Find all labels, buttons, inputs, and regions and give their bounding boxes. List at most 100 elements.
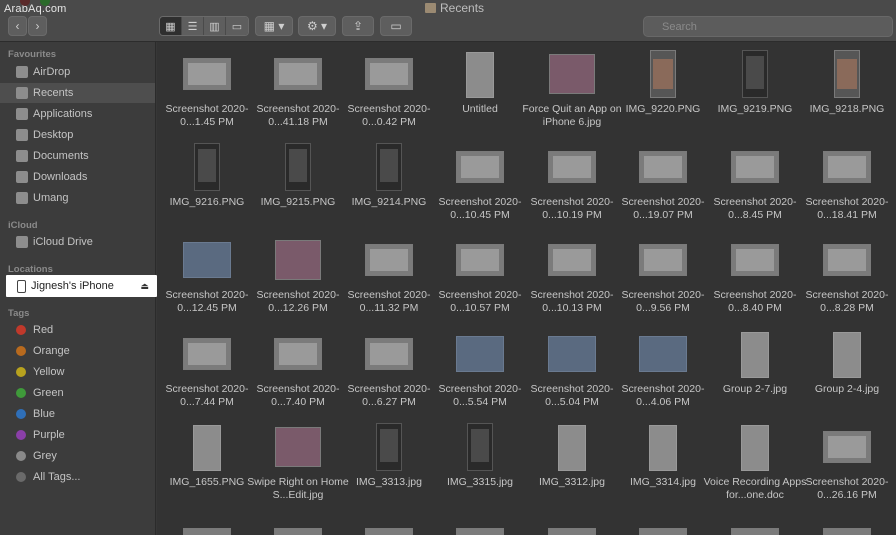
tag-icon: ▭ (390, 19, 402, 33)
sidebar-tag-item[interactable]: Yellow (0, 362, 155, 382)
file-item[interactable]: Screenshot 2020-0...12.26 PM (252, 228, 344, 321)
file-item[interactable]: IMG_9220.PNG (617, 42, 709, 135)
gear-icon: ⚙ ▾ (306, 19, 328, 33)
file-name: Screenshot 2020-0...6.27 PM (347, 383, 431, 408)
file-item[interactable]: Screenshot 2020-0...8.28 PM (801, 228, 893, 321)
search-input[interactable]: Search (643, 16, 893, 37)
file-thumbnail (548, 528, 596, 535)
file-item[interactable]: Screenshot 2020-0...11.32 PM (343, 228, 435, 321)
file-thumbnail (365, 528, 413, 535)
file-item[interactable]: Screenshot 2020-0...41.18 PM (252, 42, 344, 135)
icon-view-icon[interactable]: ▦ (160, 17, 182, 35)
file-item[interactable]: Screenshot 2020-0...7.44 PM (161, 322, 253, 415)
file-item[interactable]: IMG_9218.PNG (801, 42, 893, 135)
file-name: Screenshot 2020-0...7.44 PM (165, 383, 249, 408)
file-item[interactable]: Screenshot 2020-0...19.07 PM (617, 135, 709, 228)
view-mode-control[interactable]: ▦ ☰ ▥ ▭ (159, 16, 249, 36)
file-name: IMG_1655.PNG (169, 476, 245, 488)
file-item[interactable]: Screenshot 2020-0...26.16 PM (801, 415, 893, 508)
file-item[interactable]: IMG_9214.PNG (343, 135, 435, 228)
file-item[interactable]: Screenshot 2020-0...10.45 PM (434, 135, 526, 228)
sidebar-tag-item[interactable]: Orange (0, 341, 155, 361)
file-item[interactable]: IMG_3315.jpg (434, 415, 526, 508)
file-item[interactable]: Screenshot 2020-0...6.27 PM (343, 322, 435, 415)
file-item[interactable]: Group 2-7.jpg (709, 322, 801, 415)
file-thumbnail (365, 244, 413, 276)
file-item[interactable]: Screenshot 2020-0...1.45 PM (161, 42, 253, 135)
sidebar-item-documents[interactable]: Documents (0, 146, 155, 166)
sidebar-tag-item[interactable]: Red (0, 320, 155, 340)
window-title-text: Recents (440, 1, 485, 15)
sidebar-tag-item[interactable]: Purple (0, 425, 155, 445)
sidebar-item-downloads[interactable]: Downloads (0, 167, 155, 187)
sidebar-item-recents[interactable]: Recents (0, 83, 155, 103)
sidebar-item-iphone[interactable]: Jignesh's iPhone ⏏ (6, 275, 157, 297)
file-thumbnail (731, 528, 779, 535)
edit-tags-button[interactable]: ▭ (380, 16, 412, 36)
file-thumbnail (285, 143, 311, 191)
file-item[interactable]: IMG_1655.PNG (161, 415, 253, 508)
locations-heading: Locations (8, 264, 53, 275)
file-item[interactable]: Screenshot 2020-0...0.42 PM (343, 42, 435, 135)
file-item[interactable]: IMG_9219.PNG (709, 42, 801, 135)
file-name: Screenshot 2020-0...4.06 PM (621, 383, 705, 408)
file-item[interactable]: Screenshot 2020-0...4.06 PM (617, 322, 709, 415)
file-item[interactable]: IMG_9216.PNG (161, 135, 253, 228)
file-item[interactable]: Screenshot 2020-0...9.56 PM (617, 228, 709, 321)
gallery-view-icon[interactable]: ▭ (226, 17, 248, 35)
file-item[interactable]: Untitled (434, 42, 526, 135)
file-thumbnail (194, 143, 220, 191)
forward-button[interactable]: › (28, 16, 47, 36)
file-thumbnail (823, 431, 871, 463)
file-item[interactable]: Screenshot 2020-0...18.41 PM (801, 135, 893, 228)
file-name: Screenshot 2020-0...10.19 PM (530, 196, 614, 221)
file-item[interactable]: Screenshot 2020-0...12.45 PM (161, 228, 253, 321)
file-item[interactable]: Screenshot 2020-0...10.19 PM (526, 135, 618, 228)
tag-dot-icon (16, 388, 26, 398)
tags-heading: Tags (8, 308, 30, 319)
back-button[interactable]: ‹ (8, 16, 27, 36)
share-button[interactable]: ⇪ (342, 16, 374, 36)
file-thumbnail (731, 244, 779, 276)
file-item[interactable]: Voice Recording Apps for...one.doc (704, 415, 806, 508)
window-title: Recents (425, 1, 484, 15)
file-thumbnail (376, 143, 402, 191)
group-by-button[interactable]: ▦ ▾ (255, 16, 293, 36)
tag-dot-icon (16, 367, 26, 377)
file-item[interactable]: Screenshot 2020-0...5.54 PM (434, 322, 526, 415)
action-button[interactable]: ⚙ ▾ (298, 16, 336, 36)
file-item[interactable]: Screenshot 2020-0...5.04 PM (526, 322, 618, 415)
file-thumbnail (183, 338, 231, 370)
file-item[interactable]: Swipe Right on Home S...Edit.jpg (247, 415, 349, 508)
file-item[interactable]: Screenshot 2020-0...7.40 PM (252, 322, 344, 415)
file-name: Force Quit an App on iPhone 6.jpg (522, 103, 622, 128)
file-item[interactable]: Screenshot 2020-0...10.57 PM (434, 228, 526, 321)
sidebar-tag-item[interactable]: Grey (0, 446, 155, 466)
sidebar-item-desktop[interactable]: Desktop (0, 125, 155, 145)
file-item[interactable]: IMG_9215.PNG (252, 135, 344, 228)
chevron-right-icon: › (35, 19, 40, 33)
file-thumbnail (823, 244, 871, 276)
file-item[interactable]: Force Quit an App on iPhone 6.jpg (522, 42, 622, 135)
list-view-icon[interactable]: ☰ (182, 17, 204, 35)
file-item[interactable]: Screenshot 2020-0...8.40 PM (709, 228, 801, 321)
eject-icon[interactable]: ⏏ (140, 281, 149, 292)
sidebar-item-airdrop[interactable]: AirDrop (0, 62, 155, 82)
file-item[interactable]: IMG_3314.jpg (617, 415, 709, 508)
file-name: Screenshot 2020-0...5.04 PM (530, 383, 614, 408)
sidebar-tag-item[interactable]: Green (0, 383, 155, 403)
column-view-icon[interactable]: ▥ (204, 17, 226, 35)
sidebar-tag-item[interactable]: Blue (0, 404, 155, 424)
file-thumbnail (742, 50, 768, 98)
sidebar-tag-item[interactable]: All Tags... (0, 467, 155, 487)
file-item[interactable]: Group 2-4.jpg (801, 322, 893, 415)
file-item[interactable]: Screenshot 2020-0...10.13 PM (526, 228, 618, 321)
icloud-heading: iCloud (8, 220, 38, 231)
file-item[interactable]: IMG_3313.jpg (343, 415, 435, 508)
sidebar-item-applications[interactable]: Applications (0, 104, 155, 124)
file-item[interactable]: IMG_3312.jpg (526, 415, 618, 508)
file-thumbnail (193, 425, 221, 471)
sidebar-item-icloud-drive[interactable]: iCloud Drive (0, 232, 155, 252)
sidebar-item-umang[interactable]: Umang (0, 188, 155, 208)
file-item[interactable]: Screenshot 2020-0...8.45 PM (709, 135, 801, 228)
